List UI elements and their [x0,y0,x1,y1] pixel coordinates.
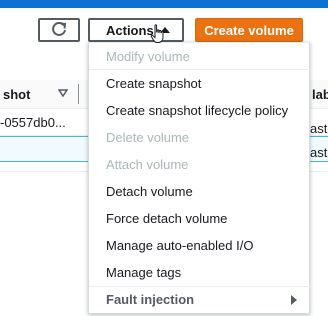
create-volume-button[interactable]: Create volume [195,18,303,42]
actions-menu: Modify volume Create snapshot Create sna… [88,42,311,314]
menu-item-fault-injection[interactable]: Fault injection [89,286,311,313]
fault-injection-label: Fault injection [106,292,195,307]
refresh-icon [52,22,67,36]
menu-item-create-snapshot-lifecycle-policy[interactable]: Create snapshot lifecycle policy [89,97,311,124]
menu-item-force-detach-volume[interactable]: Force detach volume [89,205,311,232]
menu-item-modify-volume[interactable]: Modify volume [89,43,311,70]
actions-button-label: Actions [106,22,154,38]
refresh-button[interactable] [38,18,80,42]
header-bar [0,0,328,8]
menu-item-detach-volume[interactable]: Detach volume [89,178,311,205]
zone-cell: ast- [310,145,328,160]
menu-item-create-snapshot[interactable]: Create snapshot [89,70,311,97]
menu-item-manage-tags[interactable]: Manage tags [89,259,311,286]
volumes-page: Actions Create volume shot labi -0557db0… [0,0,328,316]
column-divider[interactable] [78,84,79,104]
menu-item-delete-volume[interactable]: Delete volume [89,124,311,151]
hand-pointer-icon [150,24,164,43]
caret-right-icon [291,295,297,305]
column-header-availability-zone[interactable]: labi [312,87,328,102]
sort-down-icon[interactable] [58,89,68,97]
zone-cell: ast- [310,121,328,136]
column-header-snapshot[interactable]: shot [3,87,30,102]
actions-button[interactable]: Actions [88,18,184,42]
menu-item-attach-volume[interactable]: Attach volume [89,151,311,178]
create-volume-label: Create volume [204,22,294,38]
snapshot-cell: -0557db0... [0,115,66,130]
menu-item-manage-auto-enabled-io[interactable]: Manage auto-enabled I/O [89,232,311,259]
